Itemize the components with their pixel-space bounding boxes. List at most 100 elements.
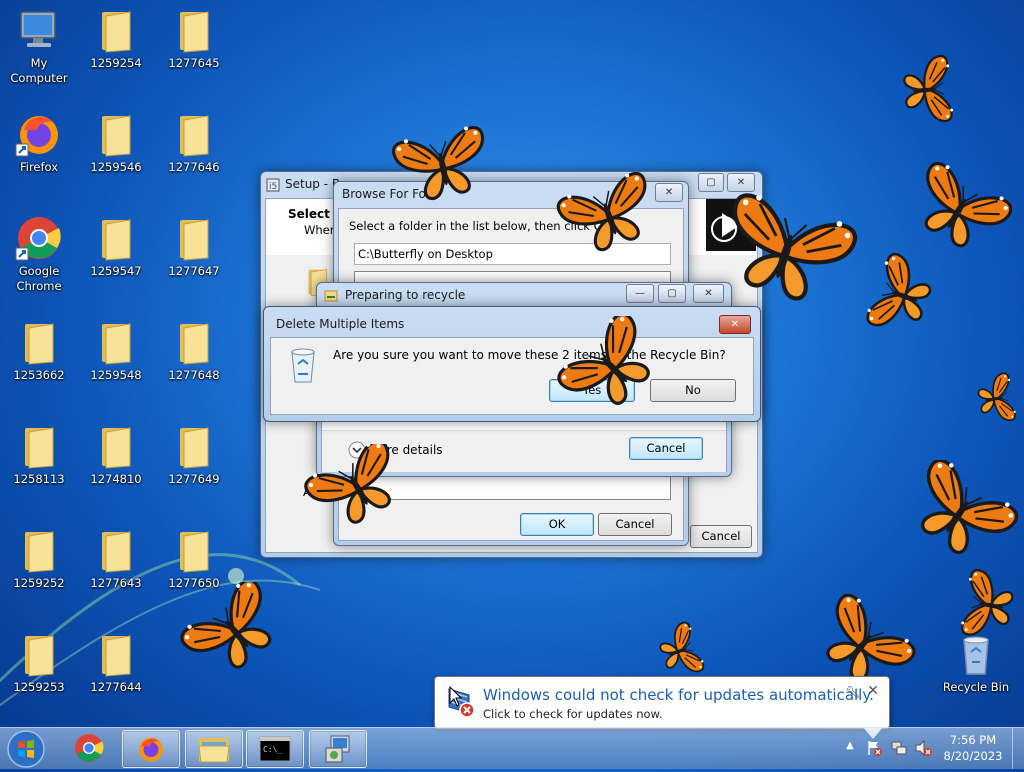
butterfly-sprite — [901, 54, 956, 126]
maximize-icon: ▢ — [706, 177, 716, 188]
setup-cancel-button[interactable]: Cancel — [690, 525, 752, 548]
desktop-icon-folder[interactable]: 1259548 — [78, 312, 154, 404]
desktop-icon-label: 1277648 — [168, 368, 220, 382]
network-icon[interactable] — [890, 739, 908, 757]
folder-icon — [101, 11, 131, 53]
desktop-icon-chrome[interactable]: Google Chrome — [1, 208, 77, 300]
show-desktop-button[interactable] — [1012, 728, 1024, 769]
folder-icon — [101, 531, 131, 573]
folder-icon — [101, 115, 131, 157]
desktop-icon-folder[interactable]: 1277648 — [156, 312, 232, 404]
setup-footer-text: At l — [303, 485, 323, 499]
desktop-icon-label: 1259546 — [90, 160, 142, 174]
notification-title: Windows could not check for updates auto… — [483, 686, 874, 704]
folder-icon — [179, 427, 209, 469]
folder-icon — [24, 635, 54, 677]
chevron-down-icon — [348, 441, 366, 459]
folder-icon — [101, 427, 131, 469]
folder-icon — [24, 427, 54, 469]
desktop-icon-label: Google Chrome — [16, 264, 62, 293]
browse-instruction: Select a folder in the list below, then … — [349, 219, 614, 233]
clock-date: 8/20/2023 — [943, 749, 1003, 763]
delete-multiple-items-dialog: Delete Multiple Items ✕ Are you sure you… — [263, 306, 761, 422]
svg-text:i5: i5 — [269, 182, 277, 192]
close-icon: ✕ — [736, 177, 746, 188]
desktop-icon-folder[interactable]: 1277646 — [156, 104, 232, 196]
maximize-button[interactable]: ▢ — [658, 284, 686, 303]
desktop-icon-folder[interactable]: 1277650 — [156, 520, 232, 612]
notification-close-button[interactable]: ✕ — [865, 683, 881, 699]
options-wrench-button[interactable]: 🔧︎ — [845, 685, 861, 701]
no-button[interactable]: No — [650, 379, 736, 402]
desktop-icon-folder[interactable]: 1259547 — [78, 208, 154, 300]
close-icon: ✕ — [730, 319, 740, 330]
desktop-icon-label: 1274810 — [90, 472, 142, 486]
close-icon: ✕ — [704, 288, 713, 299]
mouse-cursor-icon — [449, 686, 463, 707]
svg-text:C:\_: C:\_ — [263, 745, 282, 754]
yes-button[interactable]: Yes — [549, 379, 635, 402]
folder-path-field[interactable]: C:\Butterfly on Desktop — [354, 243, 671, 265]
desktop-icon-firefox[interactable]: Firefox — [1, 104, 77, 196]
action-center-flag-icon[interactable] — [866, 739, 884, 757]
desktop-icon-label: Firefox — [19, 160, 59, 174]
taskbar-item-setup[interactable] — [309, 730, 367, 768]
maximize-button[interactable]: ▢ — [698, 173, 724, 192]
maximize-icon: ▢ — [667, 288, 677, 299]
recycle-progress-icon — [324, 290, 338, 302]
desktop-icon-folder[interactable]: 1259253 — [1, 624, 77, 716]
folder-icon — [24, 531, 54, 573]
browse-cancel-button[interactable]: Cancel — [598, 513, 672, 536]
desktop-icon-folder[interactable]: 1277645 — [156, 0, 232, 92]
taskbar-item-chrome[interactable] — [61, 730, 117, 766]
desktop-icon-folder[interactable]: 1259546 — [78, 104, 154, 196]
browse-dialog-title: Browse For Fold — [342, 187, 437, 201]
desktop-icon-folder[interactable]: 1259252 — [1, 520, 77, 612]
update-notification-balloon[interactable]: Windows could not check for updates auto… — [434, 676, 890, 739]
folder-icon — [198, 738, 230, 763]
desktop-icon-folder[interactable]: 1277647 — [156, 208, 232, 300]
more-details-toggle[interactable]: More details — [348, 441, 448, 461]
browse-ok-button[interactable]: OK — [520, 513, 594, 536]
recycle-dialog-title: Preparing to recycle — [345, 288, 466, 302]
folder-icon — [24, 323, 54, 365]
desktop-icon-label: 1277644 — [90, 680, 142, 694]
folder-icon — [179, 323, 209, 365]
setup-logo — [706, 199, 756, 251]
start-button[interactable] — [6, 729, 46, 769]
desktop-icon-folder[interactable]: 1253662 — [1, 312, 77, 404]
desktop-icon-label: 1259254 — [90, 56, 142, 70]
close-button[interactable]: ✕ — [719, 315, 751, 334]
recycle-cancel-button[interactable]: Cancel — [629, 437, 703, 460]
taskbar-item-command-prompt[interactable]: C:\_ — [246, 730, 304, 768]
close-button[interactable]: ✕ — [655, 183, 683, 202]
desktop-icon-folder[interactable]: 1277643 — [78, 520, 154, 612]
desktop-icon-label: My Computer — [10, 56, 68, 85]
folder-icon — [101, 219, 131, 261]
taskbar-item-firefox[interactable] — [122, 730, 180, 768]
windows-logo-icon — [7, 730, 45, 768]
desktop-icon-folder[interactable]: 1274810 — [78, 416, 154, 508]
taskbar: C:\_ ▲ 7:56 PM 8/20/2023 — [0, 727, 1024, 769]
desktop-icon-folder[interactable]: 1259254 — [78, 0, 154, 92]
desktop-icon-label: 1259548 — [90, 368, 142, 382]
desktop-icon-label: Recycle Bin — [942, 680, 1010, 694]
system-clock[interactable]: 7:56 PM 8/20/2023 — [938, 732, 1008, 764]
show-hidden-icons-button[interactable]: ▲ — [843, 740, 857, 754]
wrench-icon: 🔧︎ — [845, 685, 861, 699]
desktop-icon-my-computer[interactable]: My Computer — [1, 0, 77, 92]
desktop-icon-folder[interactable]: 1277644 — [78, 624, 154, 716]
minimize-button[interactable]: — — [626, 284, 654, 303]
desktop-icon-label: 1253662 — [13, 368, 65, 382]
desktop-icon-folder[interactable]: 1258113 — [1, 416, 77, 508]
desktop-icon-folder[interactable]: 1277649 — [156, 416, 232, 508]
volume-muted-icon[interactable] — [914, 739, 934, 757]
taskbar-item-explorer[interactable] — [185, 730, 243, 768]
close-button[interactable]: ✕ — [693, 284, 724, 303]
recycle-bin-icon — [291, 348, 315, 383]
close-button[interactable]: ✕ — [727, 173, 755, 192]
firefox-icon — [139, 737, 163, 762]
more-details-label: More details — [369, 443, 443, 457]
desktop-icon-recycle-bin[interactable]: Recycle Bin — [936, 624, 1016, 716]
butterfly-sprite — [975, 371, 1018, 426]
